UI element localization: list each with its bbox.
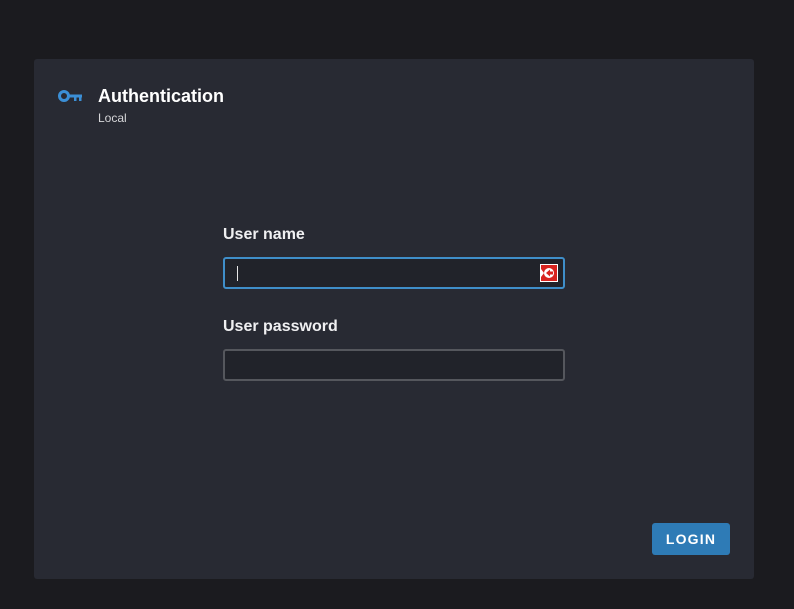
password-label: User password xyxy=(223,318,338,335)
username-label: User name xyxy=(223,226,305,243)
username-field[interactable] xyxy=(223,257,565,289)
text-caret xyxy=(237,266,238,281)
password-manager-icon[interactable] xyxy=(540,264,558,282)
login-form: User name User password xyxy=(223,225,565,381)
dialog-subtitle: Local xyxy=(98,111,127,125)
authentication-dialog: Authentication Local User name User pass… xyxy=(34,59,754,579)
password-input[interactable] xyxy=(225,351,563,379)
dialog-header: Authentication Local xyxy=(58,85,224,125)
password-field[interactable] xyxy=(223,349,565,381)
header-text: Authentication Local xyxy=(98,85,224,125)
key-icon xyxy=(58,90,82,102)
login-button[interactable]: LOGIN xyxy=(652,523,730,555)
dialog-title: Authentication xyxy=(98,86,224,106)
username-input[interactable] xyxy=(225,259,563,287)
